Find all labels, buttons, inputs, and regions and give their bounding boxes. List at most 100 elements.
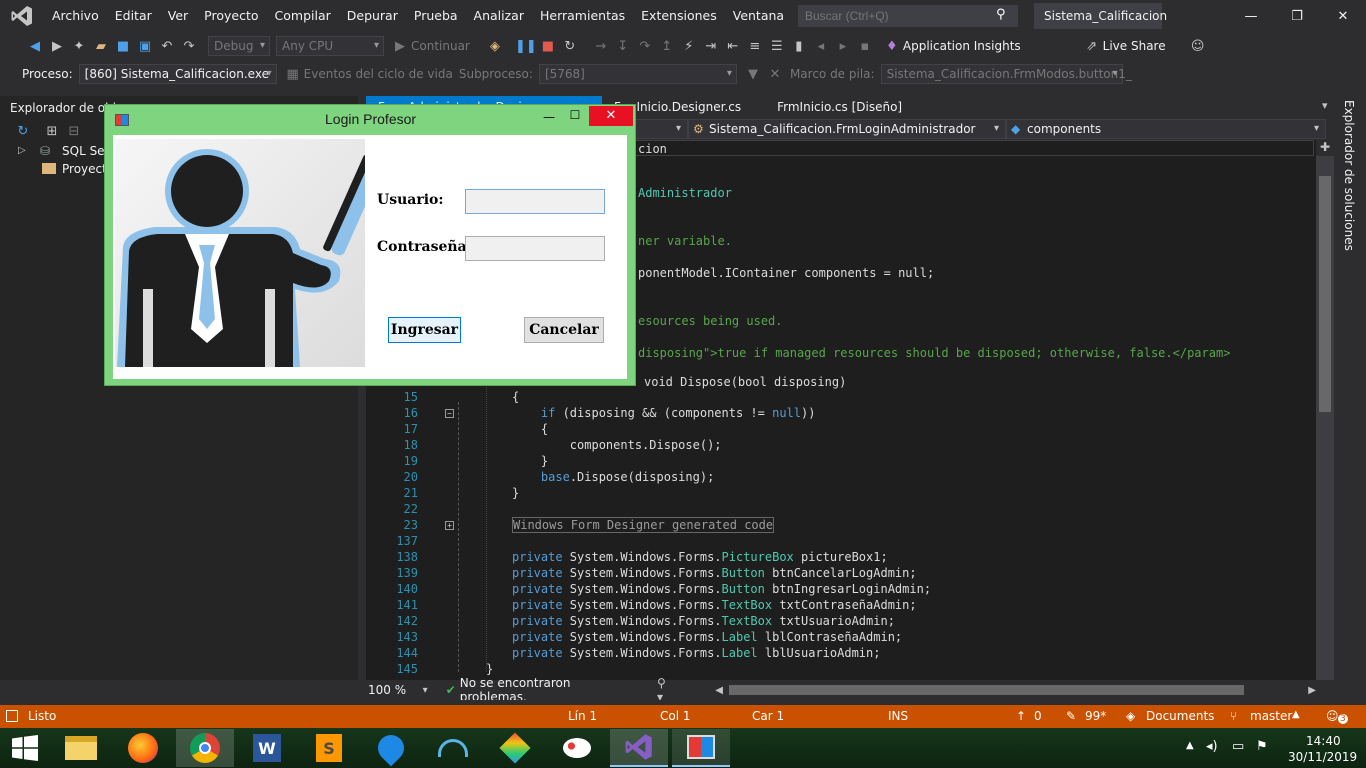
file-explorer-icon[interactable]	[52, 729, 110, 767]
menu-ventana[interactable]: Ventana	[725, 0, 792, 32]
lifecycle-events[interactable]: Eventos del ciclo de vida	[304, 67, 453, 81]
dialog-titlebar[interactable]: Login Profesor — ☐ ✕	[105, 105, 635, 135]
zoom-level[interactable]: 100 %	[368, 683, 423, 697]
feedback-icon[interactable]: ☺	[1188, 36, 1208, 56]
search-icon[interactable]: ⚲	[996, 7, 1006, 22]
live-share-button[interactable]: Live Share	[1103, 39, 1166, 53]
back-icon[interactable]: ◀	[25, 36, 45, 56]
menu-compilar[interactable]: Compilar	[267, 0, 339, 32]
volume-icon[interactable]: ◂)	[1206, 739, 1218, 754]
network-app-icon[interactable]	[424, 729, 482, 767]
filter-icon[interactable]: ▼	[743, 64, 763, 84]
pencil-icon[interactable]: ✎	[1066, 709, 1076, 723]
search-input[interactable]	[798, 5, 1018, 27]
clock-time[interactable]: 14:40	[1306, 734, 1341, 748]
menu-archivo[interactable]: Archivo	[44, 0, 107, 32]
menu-extensiones[interactable]: Extensiones	[633, 0, 725, 32]
open-icon[interactable]: ▰	[91, 36, 111, 56]
repo-name[interactable]: Documents	[1146, 709, 1214, 723]
clock-date[interactable]: 30/11/2019	[1288, 750, 1357, 764]
menu-ver[interactable]: Ver	[160, 0, 196, 32]
toggle-threads-icon[interactable]: ✕	[765, 64, 785, 84]
menu-herramientas[interactable]: Herramientas	[532, 0, 633, 32]
paint-icon[interactable]	[548, 729, 606, 767]
winforms-app-icon[interactable]	[672, 729, 730, 767]
subprocess-select[interactable]: [5768]	[538, 64, 737, 84]
push-count[interactable]: 0	[1034, 709, 1042, 723]
close-icon[interactable]: ✕	[1320, 0, 1366, 32]
save-all-icon[interactable]: ▣	[135, 36, 155, 56]
process-icon[interactable]: ◈	[485, 36, 505, 56]
stackframe-select[interactable]: Sistema_Calificacion.FrmModos.button1_	[880, 64, 1132, 84]
step-into-icon[interactable]: ↧	[613, 36, 633, 56]
redo-icon[interactable]: ↷	[179, 36, 199, 56]
visual-studio-taskbar-icon[interactable]	[610, 729, 668, 767]
dialog-close-icon[interactable]: ✕	[589, 106, 633, 126]
action-center-flag-icon[interactable]: ⚑	[1256, 739, 1268, 754]
sourcetree-icon[interactable]	[486, 729, 544, 767]
class-nav-select[interactable]: ⚙ Sistema_Calificacion.FrmLoginAdministr…	[688, 119, 1006, 139]
comment-icon[interactable]: ≡	[745, 36, 765, 56]
pause-icon[interactable]: ❚❚	[515, 36, 537, 56]
minimize-icon[interactable]: —	[1228, 0, 1274, 32]
scroll-left-icon[interactable]: ◀	[715, 685, 723, 696]
start-icon[interactable]	[0, 729, 50, 767]
show-next-icon[interactable]: →	[591, 36, 611, 56]
add-server-icon[interactable]: ⊞	[42, 121, 62, 141]
menu-proyecto[interactable]: Proyecto	[196, 0, 266, 32]
push-icon[interactable]: ↑	[1016, 709, 1026, 723]
member-nav-select[interactable]: ◆ components	[1006, 119, 1326, 139]
process-select[interactable]: [860] Sistema_Calificacion.exe	[78, 64, 277, 84]
refresh-icon[interactable]: ↻	[13, 121, 33, 141]
app-insights-icon[interactable]: ♦	[882, 36, 902, 56]
outdent-icon[interactable]: ⇤	[723, 36, 743, 56]
dialog-minimize-icon[interactable]: —	[537, 110, 561, 124]
step-over-icon[interactable]: ↷	[635, 36, 655, 56]
continue-button[interactable]: Continuar	[411, 39, 470, 53]
horizontal-scrollbar[interactable]	[728, 685, 1245, 695]
tray-overflow-icon[interactable]: ▲	[1186, 740, 1194, 751]
collapse-icon[interactable]: −	[445, 409, 454, 418]
menu-prueba[interactable]: Prueba	[406, 0, 466, 32]
split-icon[interactable]: ✚	[1316, 140, 1334, 156]
scroll-right-icon[interactable]: ▶	[1308, 685, 1316, 696]
user-input[interactable]	[465, 189, 605, 214]
expand-icon[interactable]: ▷	[18, 142, 26, 160]
config-select[interactable]: Debug	[208, 36, 270, 56]
cancel-button[interactable]: Cancelar	[524, 317, 604, 343]
solution-explorer-tab[interactable]: Explorador de soluciones	[1342, 100, 1356, 251]
menu-depurar[interactable]: Depurar	[339, 0, 406, 32]
save-icon[interactable]: ■	[113, 36, 133, 56]
restore-icon[interactable]: ❐	[1274, 0, 1320, 32]
expand-region-icon[interactable]: +	[445, 521, 454, 530]
changes-count[interactable]: 99*	[1085, 709, 1106, 723]
indent-icon[interactable]: ⇥	[701, 36, 721, 56]
sublime-icon[interactable]: S	[300, 729, 358, 767]
branch-name[interactable]: master	[1250, 709, 1292, 723]
app-insights-button[interactable]: Application Insights	[903, 39, 1021, 53]
word-icon[interactable]: W	[238, 729, 296, 767]
solution-explorer-strip[interactable]: Explorador de soluciones	[1334, 96, 1366, 680]
network-icon[interactable]: ▭	[1232, 739, 1244, 754]
live-share-icon[interactable]: ⇗	[1082, 36, 1102, 56]
next-bookmark-icon[interactable]: ▸	[833, 36, 853, 56]
tab-overflow-icon[interactable]: ▾	[1322, 99, 1328, 112]
lifecycle-icon[interactable]: ▦	[283, 64, 303, 84]
notifications-icon[interactable]: ☺	[1326, 709, 1339, 723]
uncomment-icon[interactable]: ☰	[767, 36, 787, 56]
restart-icon[interactable]: ↻	[560, 36, 580, 56]
undo-icon[interactable]: ↶	[157, 36, 177, 56]
visual-studio-logo-icon[interactable]	[0, 0, 44, 32]
repo-icon[interactable]: ◈	[1126, 709, 1135, 723]
connect-icon[interactable]: ⊟	[64, 121, 84, 141]
menu-analizar[interactable]: Analizar	[466, 0, 532, 32]
dialog-maximize-icon[interactable]: ☐	[563, 108, 587, 122]
step-out-icon[interactable]: ↥	[657, 36, 677, 56]
maps-icon[interactable]	[362, 729, 420, 767]
clear-bookmarks-icon[interactable]: ▪	[855, 36, 875, 56]
branch-menu-icon[interactable]: ▲	[1292, 709, 1300, 720]
tab-frminicio-design[interactable]: FrmInicio.cs [Diseño]	[765, 96, 914, 118]
password-input[interactable]	[465, 236, 605, 261]
stop-icon[interactable]: ■	[538, 36, 558, 56]
bookmark-icon[interactable]: ▮	[789, 36, 809, 56]
